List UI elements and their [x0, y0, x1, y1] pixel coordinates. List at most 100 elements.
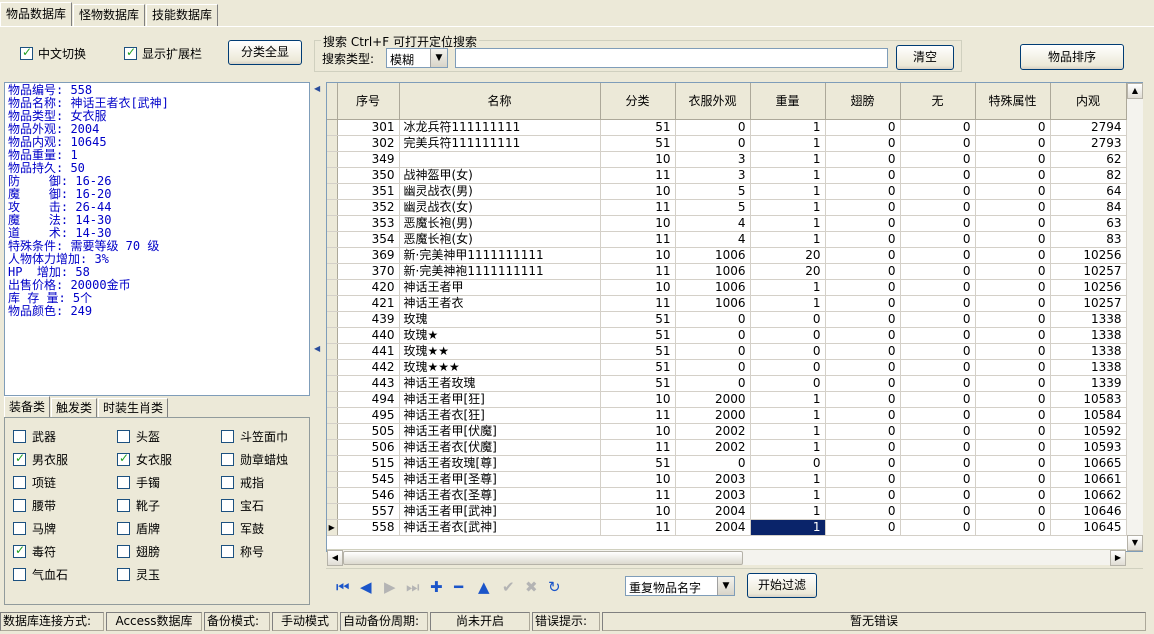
table-cell[interactable]: 1006	[675, 279, 751, 296]
table-cell[interactable]: 0	[975, 327, 1051, 344]
table-row[interactable]: 515 神话王者玫瑰[尊] 51 0 0 0 0 0 10665	[327, 455, 1127, 472]
category-checkbox[interactable]	[221, 453, 234, 466]
table-cell[interactable]: 20	[750, 263, 826, 280]
delete-record-icon[interactable]: ━	[454, 579, 463, 595]
table-cell[interactable]: 0	[900, 167, 976, 184]
category-checkbox[interactable]	[13, 568, 26, 581]
tab-items-db[interactable]: 物品数据库	[0, 2, 73, 26]
table-cell[interactable]: 11	[600, 231, 676, 248]
table-cell[interactable]: 0	[975, 295, 1051, 312]
table-cell[interactable]: 0	[825, 247, 901, 264]
table-cell[interactable]: 2003	[675, 487, 751, 504]
category-checkbox[interactable]	[117, 476, 130, 489]
table-cell[interactable]: 神话王者衣[武神]	[399, 519, 601, 536]
table-cell[interactable]: 0	[825, 135, 901, 152]
table-cell[interactable]: 玫瑰★	[399, 327, 601, 344]
table-cell[interactable]: 10592	[1050, 423, 1127, 440]
table-cell[interactable]: 1	[750, 503, 826, 520]
table-cell[interactable]: 11	[600, 519, 676, 536]
table-cell[interactable]: 0	[825, 471, 901, 488]
table-cell[interactable]: 神话王者甲	[399, 279, 601, 296]
column-header[interactable]: 无	[900, 83, 976, 120]
table-cell[interactable]: 10646	[1050, 503, 1127, 520]
category-checkbox[interactable]	[117, 522, 130, 535]
table-cell[interactable]: 0	[675, 311, 751, 328]
category-option[interactable]: 武器	[13, 428, 56, 445]
table-cell[interactable]: 354	[337, 231, 400, 248]
row-indicator[interactable]	[327, 167, 338, 184]
table-row[interactable]: 421 神话王者衣 11 1006 1 0 0 0 10257	[327, 295, 1127, 312]
scroll-left-icon[interactable]: ◀	[327, 550, 343, 566]
column-header[interactable]: 内观	[1050, 83, 1127, 120]
table-cell[interactable]: 1338	[1050, 343, 1127, 360]
table-cell[interactable]: 0	[825, 519, 901, 536]
table-cell[interactable]: 10256	[1050, 279, 1127, 296]
table-cell[interactable]: 0	[975, 375, 1051, 392]
category-option[interactable]: 斗笠面巾	[221, 428, 288, 445]
table-cell[interactable]: 0	[900, 439, 976, 456]
table-cell[interactable]: 1	[750, 487, 826, 504]
table-cell[interactable]: 神话王者甲[圣尊]	[399, 471, 601, 488]
table-cell[interactable]: 11	[600, 295, 676, 312]
column-header[interactable]: 衣服外观	[675, 83, 751, 120]
table-cell[interactable]: 495	[337, 407, 400, 424]
table-cell[interactable]: 新·完美神袍1111111111	[399, 263, 601, 280]
table-cell[interactable]: 幽灵战衣(男)	[399, 183, 601, 200]
table-cell[interactable]: 0	[900, 311, 976, 328]
table-cell[interactable]: 0	[975, 263, 1051, 280]
insert-record-icon[interactable]: ✚	[430, 579, 443, 595]
table-cell[interactable]: 0	[825, 151, 901, 168]
table-cell[interactable]: 1	[750, 295, 826, 312]
table-cell[interactable]: 51	[600, 327, 676, 344]
table-cell[interactable]: 11	[600, 199, 676, 216]
table-cell[interactable]: 玫瑰	[399, 311, 601, 328]
table-row[interactable]: 505 神话王者甲[伏魔] 10 2002 1 0 0 0 10592	[327, 423, 1127, 440]
category-option[interactable]: 气血石	[13, 566, 68, 583]
table-cell[interactable]: 0	[675, 359, 751, 376]
category-checkbox[interactable]	[117, 451, 130, 466]
table-cell[interactable]: 0	[825, 215, 901, 232]
table-cell[interactable]: 0	[900, 183, 976, 200]
chevron-down-icon[interactable]: ▼	[430, 49, 447, 67]
table-cell[interactable]: 0	[900, 215, 976, 232]
table-cell[interactable]: 2000	[675, 391, 751, 408]
row-indicator[interactable]	[327, 263, 338, 280]
table-row[interactable]: 370 新·完美神袍1111111111 11 1006 20 0 0 0 10257	[327, 263, 1127, 280]
table-cell[interactable]: 0	[825, 119, 901, 136]
table-cell[interactable]: 10	[600, 391, 676, 408]
table-cell[interactable]: 0	[975, 215, 1051, 232]
table-cell[interactable]: 64	[1050, 183, 1127, 200]
table-cell[interactable]: 0	[975, 199, 1051, 216]
table-cell[interactable]: 370	[337, 263, 400, 280]
category-option[interactable]: 勋章蜡烛	[221, 451, 288, 468]
table-cell[interactable]: 84	[1050, 199, 1127, 216]
show-extension-option[interactable]: 显示扩展栏	[124, 45, 202, 62]
table-row[interactable]: 301 冰龙兵符111111111 51 0 1 0 0 0 2794	[327, 119, 1127, 136]
table-cell[interactable]: 10662	[1050, 487, 1127, 504]
table-cell[interactable]: 0	[975, 343, 1051, 360]
show-all-categories-button[interactable]: 分类全显	[228, 40, 302, 65]
table-cell[interactable]: 恶魔长袍(女)	[399, 231, 601, 248]
table-cell[interactable]: 10	[600, 247, 676, 264]
table-cell[interactable]: 1006	[675, 295, 751, 312]
item-sort-button[interactable]: 物品排序	[1020, 44, 1124, 70]
table-cell[interactable]: 1338	[1050, 327, 1127, 344]
table-cell[interactable]: 0	[750, 311, 826, 328]
table-cell[interactable]: 恶魔长袍(男)	[399, 215, 601, 232]
table-cell[interactable]: 1006	[675, 263, 751, 280]
table-cell[interactable]: 0	[675, 327, 751, 344]
table-cell[interactable]: 0	[975, 503, 1051, 520]
table-cell[interactable]: 51	[600, 375, 676, 392]
show-extension-checkbox[interactable]	[124, 45, 137, 60]
table-cell[interactable]: 神话王者甲[武神]	[399, 503, 601, 520]
table-cell[interactable]: 10	[600, 151, 676, 168]
table-cell[interactable]: 443	[337, 375, 400, 392]
table-cell[interactable]: 2793	[1050, 135, 1127, 152]
category-checkbox[interactable]	[13, 543, 26, 558]
table-cell[interactable]: 0	[825, 359, 901, 376]
table-row[interactable]: 349 10 3 1 0 0 0 62	[327, 151, 1127, 168]
category-option[interactable]: 军鼓	[221, 520, 264, 537]
table-cell[interactable]: 0	[975, 455, 1051, 472]
category-option[interactable]: 女衣服	[117, 451, 172, 468]
table-cell[interactable]: 0	[975, 439, 1051, 456]
